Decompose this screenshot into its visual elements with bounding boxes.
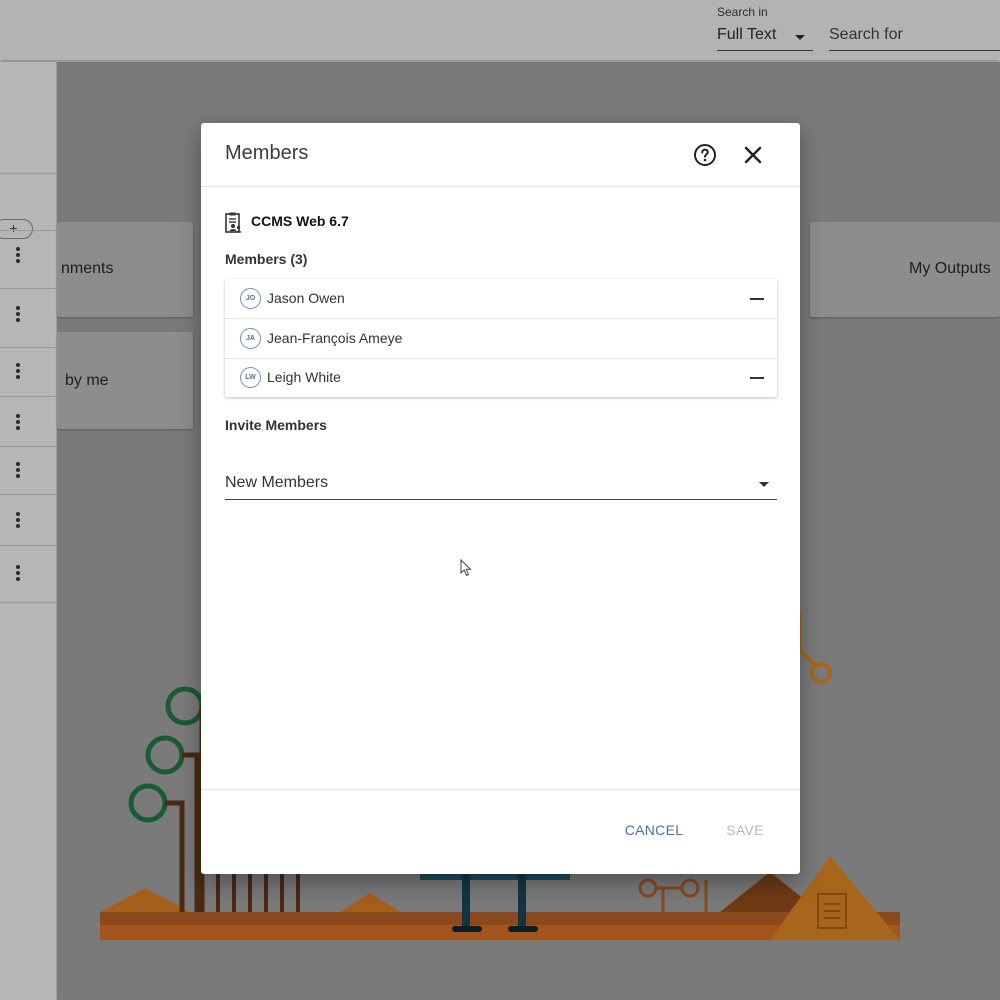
dialog-header: Members: [201, 123, 800, 187]
new-members-select[interactable]: New Members: [225, 471, 777, 500]
member-name: Leigh White: [267, 369, 341, 385]
help-circle-icon[interactable]: [693, 143, 717, 167]
member-row: LW Leigh White: [225, 358, 777, 397]
member-name: Jean-François Ameye: [267, 330, 403, 346]
project-document-users-icon: [225, 212, 242, 233]
cancel-button[interactable]: CANCEL: [617, 822, 691, 844]
remove-member-button[interactable]: [749, 291, 765, 307]
dialog-title: Members: [225, 142, 309, 164]
close-icon[interactable]: [741, 143, 765, 167]
member-row: JA Jean-François Ameye: [225, 319, 777, 359]
project-name: CCMS Web 6.7: [251, 213, 349, 229]
new-members-label: New Members: [225, 474, 329, 491]
minus-icon: [750, 298, 764, 300]
dropdown-arrow-icon: [759, 482, 769, 487]
dialog-footer: CANCEL SAVE: [201, 789, 800, 875]
avatar: JA: [240, 328, 261, 349]
mouse-cursor-icon: [460, 559, 472, 577]
members-list: JO Jason Owen JA Jean-François Ameye LW …: [225, 279, 777, 397]
avatar: JO: [240, 288, 261, 309]
member-row: JO Jason Owen: [225, 279, 777, 319]
members-heading: Members (3): [225, 251, 308, 267]
save-button[interactable]: SAVE: [717, 822, 773, 844]
member-name: Jason Owen: [267, 290, 345, 306]
avatar: LW: [240, 367, 261, 388]
minus-icon: [750, 377, 764, 379]
members-dialog: Members CCMS Web 6.7 Members (3) JO Jaso…: [201, 123, 800, 874]
remove-member-button[interactable]: [749, 370, 765, 386]
invite-heading: Invite Members: [225, 417, 327, 433]
